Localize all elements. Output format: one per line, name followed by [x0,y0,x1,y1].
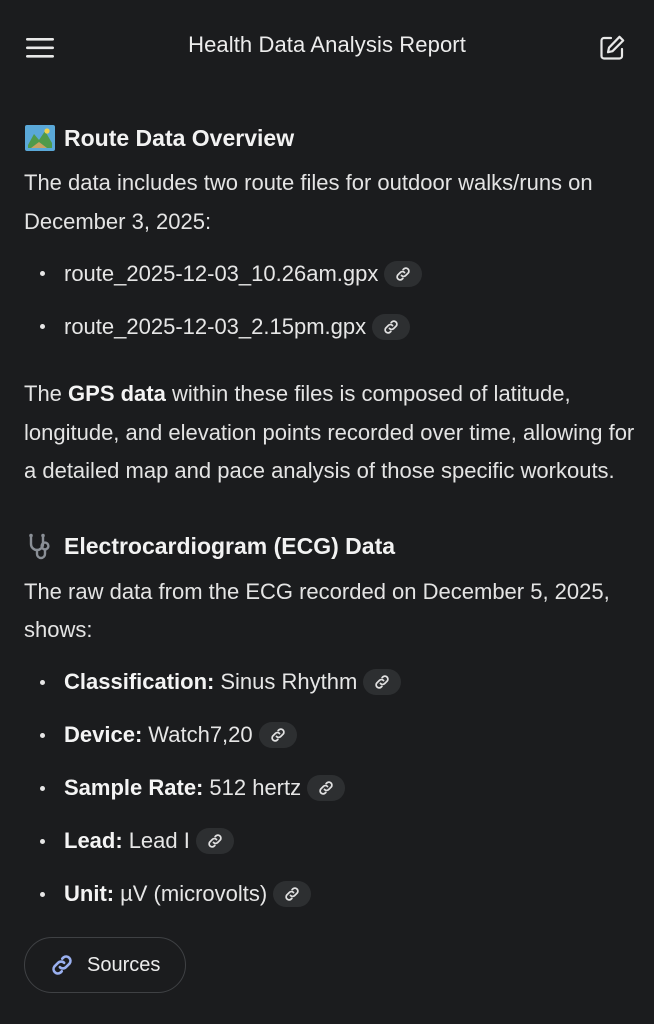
link-icon [270,728,285,742]
map-emoji-icon [24,124,56,152]
sources-button[interactable]: Sources [24,937,186,993]
ecg-section-heading: Electrocardiogram (ECG) Data [24,529,636,565]
citation-link-button[interactable] [384,260,423,287]
route-heading-text: Route Data Overview [64,124,295,151]
ecg-item-value: Sinus Rhythm [220,669,358,694]
new-chat-button[interactable] [594,30,630,66]
ecg-item-label: Lead: [64,828,123,853]
ecg-item-label: Device: [64,722,143,747]
ecg-item-label: Classification: [64,669,215,694]
list-item: Lead: Lead I [24,815,636,868]
link-icon [52,955,72,975]
list-item: Sample Rate: 512 hertz [24,762,636,815]
route-file-name: route_2025-12-03_10.26am.gpx [64,260,379,286]
list-item: Unit: µV (microvolts) [24,868,636,921]
ecg-item-value: Lead I [128,828,190,853]
gps-text-pre: The [24,381,69,406]
route-file-name: route_2025-12-03_2.15pm.gpx [64,313,367,339]
ecg-item-label: Unit: [64,881,115,906]
citation-link-button[interactable] [307,775,346,801]
ecg-item-label: Sample Rate: [64,775,204,800]
ecg-item-value: µV (microvolts) [120,881,268,906]
link-icon [384,319,398,334]
list-item: route_2025-12-03_2.15pm.gpx [24,300,636,353]
ecg-intro-text: The raw data from the ECG recorded on De… [24,578,610,643]
ecg-item-value: Watch7,20 [148,722,253,747]
link-icon [285,887,299,901]
list-item: Device: Watch7,20 [24,709,636,762]
gps-text-bold: GPS data [68,381,166,406]
ecg-heading-text: Electrocardiogram (ECG) Data [64,533,396,559]
list-item: Classification: Sinus Rhythm [24,656,636,709]
page-title: Health Data Analysis Report [188,32,466,57]
gps-description-text: The GPS data within these files is compo… [24,375,636,491]
route-section-heading: Route Data Overview [24,120,636,156]
link-icon [319,781,333,795]
citation-link-button[interactable] [195,828,234,854]
list-item: route_2025-12-03_10.26am.gpx [24,247,636,300]
citation-link-button[interactable] [363,669,402,695]
route-intro-text: The data includes two route files for ou… [24,170,593,234]
citation-link-button[interactable] [372,313,411,340]
route-file-list: route_2025-12-03_10.26am.gpx route_2025-… [24,247,636,353]
response-content: Route Data Overview The data includes tw… [24,120,636,921]
ecg-detail-list: Classification: Sinus Rhythm Device: Wat… [24,656,636,921]
link-icon [396,266,411,281]
ecg-item-value: 512 hertz [209,775,302,800]
stethoscope-emoji-icon [24,533,56,561]
link-icon [208,834,222,848]
sources-button-label: Sources [87,953,161,976]
citation-link-button[interactable] [258,722,297,748]
citation-link-button[interactable] [273,881,312,907]
top-app-bar: Health Data Analysis Report [0,0,654,96]
edit-note-icon [600,35,625,60]
link-icon [375,675,390,689]
